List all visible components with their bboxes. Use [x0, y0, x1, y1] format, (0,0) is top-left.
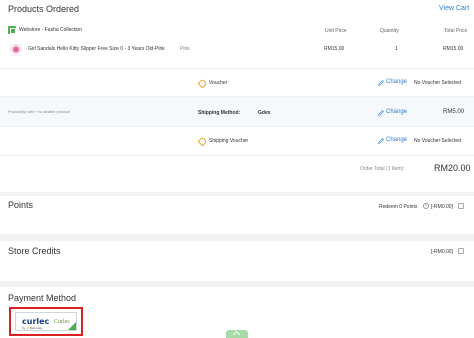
product-total: RM15.00 [443, 46, 464, 52]
store-icon [8, 26, 16, 34]
shipping-method-label: Shipping Method: [198, 110, 241, 116]
product-name[interactable]: Girl Sandals Hello Kitty Slipper Free Si… [28, 46, 165, 52]
col-unit-price: Unit Price [325, 28, 347, 34]
redeem-points-value: [-RM0.00] [431, 204, 453, 210]
voucher-change-link[interactable]: Change [386, 79, 407, 85]
payment-option-inner: curlec by ⚡Razorpay Curlec [15, 312, 77, 331]
store-credits-title: Store Credits [8, 246, 61, 256]
product-thumbnail[interactable] [10, 44, 22, 56]
pencil-icon[interactable] [378, 138, 384, 144]
chevron-up-icon[interactable] [226, 330, 248, 338]
curlec-logo: curlec [22, 317, 50, 326]
voucher-status: No Voucher Selected [414, 80, 461, 86]
help-icon[interactable]: ? [423, 203, 429, 209]
store-credits-panel: Store Credits [-RM0.00] [0, 241, 474, 281]
payment-method-title: Payment Method [8, 293, 77, 303]
store-credits-value: [-RM0.00] [431, 249, 453, 255]
payment-option-curlec[interactable]: curlec by ⚡Razorpay Curlec [9, 307, 83, 336]
redeem-points-checkbox[interactable] [458, 203, 464, 209]
shipping-carrier: Gdex [258, 110, 271, 116]
shipping-voucher-change-link[interactable]: Change [386, 137, 407, 143]
product-unit-price: RM15.00 [324, 46, 345, 52]
shipping-price: RM5.00 [443, 109, 465, 115]
products-title: Products Ordered [8, 4, 80, 14]
points-panel: Points Redeem 0 Points ? [-RM0.00] [0, 196, 474, 234]
selected-check-icon [68, 322, 76, 330]
store-name: Webstore - Fasha Collection [19, 27, 82, 33]
divider [0, 155, 474, 156]
voucher-label: Voucher [209, 80, 228, 86]
products-ordered-panel: Products Ordered View Cart Webstore - Fa… [0, 0, 474, 192]
pencil-icon[interactable] [378, 110, 384, 116]
view-cart-link[interactable]: View Cart [439, 5, 469, 12]
order-total: RM20.00 [434, 163, 471, 173]
divider [0, 68, 474, 69]
points-title: Points [8, 200, 34, 210]
tag-icon [197, 78, 208, 89]
product-variant: Pink [180, 46, 190, 52]
tag-icon [197, 136, 208, 147]
shipping-voucher-status: No Voucher Selected [414, 138, 461, 144]
store-credits-checkbox[interactable] [458, 248, 464, 254]
tax-note: Product(s) with * is taxable product [8, 109, 70, 114]
col-total-price: Total Price [444, 28, 468, 34]
curlec-by-label: by ⚡Razorpay [22, 326, 43, 330]
shipping-voucher-label: Shipping Voucher [209, 138, 249, 144]
redeem-points-label: Redeem 0 Points [379, 204, 418, 210]
shipping-change-link[interactable]: Change [386, 109, 407, 115]
product-quantity: 1 [395, 46, 398, 52]
pencil-icon[interactable] [378, 80, 384, 86]
col-quantity: Quantity [380, 28, 399, 34]
order-total-label: Order Total (1 Item): [360, 166, 405, 172]
